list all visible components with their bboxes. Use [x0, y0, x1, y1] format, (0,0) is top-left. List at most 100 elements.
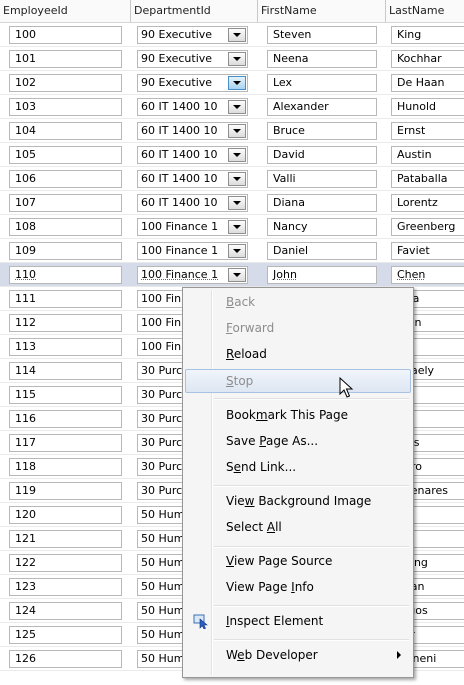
table-row: 106 60 IT 1400 10 Valli Pataballa: [0, 167, 464, 191]
chevron-down-icon: [233, 57, 241, 61]
employee-id-field[interactable]: 102: [9, 74, 122, 92]
employee-id-field[interactable]: 115: [9, 386, 122, 404]
employee-id-field[interactable]: 118: [9, 458, 122, 476]
department-select[interactable]: 90 Executive: [137, 26, 248, 44]
header-last-name[interactable]: LastName: [386, 0, 464, 22]
employee-id-field[interactable]: 113: [9, 338, 122, 356]
dropdown-button[interactable]: [228, 172, 246, 186]
last-name-field[interactable]: Ernst: [391, 122, 464, 140]
menu-item-select-all[interactable]: Select All: [185, 515, 411, 539]
dropdown-button[interactable]: [228, 100, 246, 114]
employee-id-field[interactable]: 106: [9, 170, 122, 188]
employee-id-field[interactable]: 110: [9, 266, 122, 284]
menu-item-stop[interactable]: Stop: [185, 369, 411, 393]
employee-id-field[interactable]: 104: [9, 122, 122, 140]
first-name-field[interactable]: David: [267, 146, 377, 164]
last-name-field[interactable]: Faviet: [391, 242, 464, 260]
last-name-field[interactable]: Austin: [391, 146, 464, 164]
employee-id-field[interactable]: 125: [9, 626, 122, 644]
last-name-field[interactable]: Greenberg: [391, 218, 464, 236]
department-select[interactable]: 100 Finance 1: [137, 218, 248, 236]
table-row: 102 90 Executive Lex De Haan: [0, 71, 464, 95]
header-employee-id[interactable]: EmployeeId: [0, 0, 131, 22]
header-first-name[interactable]: FirstName: [258, 0, 386, 22]
department-select[interactable]: 60 IT 1400 10: [137, 170, 248, 188]
menu-item-view-background-image[interactable]: View Background Image: [185, 489, 411, 513]
employee-id-field[interactable]: 126: [9, 650, 122, 668]
last-name-field[interactable]: Hunold: [391, 98, 464, 116]
menu-item-reload[interactable]: Reload: [185, 342, 411, 366]
dropdown-button[interactable]: [228, 268, 246, 282]
employee-id-field[interactable]: 114: [9, 362, 122, 380]
first-name-cell: Valli: [258, 167, 386, 191]
employee-id-field[interactable]: 108: [9, 218, 122, 236]
menu-item-web-developer[interactable]: Web Developer: [185, 643, 411, 667]
employee-id-field[interactable]: 124: [9, 602, 122, 620]
first-name-field[interactable]: Lex: [267, 74, 377, 92]
last-name-field[interactable]: De Haan: [391, 74, 464, 92]
employee-id-field[interactable]: 123: [9, 578, 122, 596]
employee-id-field[interactable]: 121: [9, 530, 122, 548]
first-name-field[interactable]: Diana: [267, 194, 377, 212]
department-select[interactable]: 60 IT 1400 10: [137, 146, 248, 164]
employee-id-field[interactable]: 103: [9, 98, 122, 116]
first-name-cell: Alexander: [258, 95, 386, 119]
header-department-id[interactable]: DepartmentId: [131, 0, 258, 22]
dropdown-button[interactable]: [228, 148, 246, 162]
last-name-field[interactable]: Chen: [391, 266, 464, 284]
first-name-field[interactable]: Steven: [267, 26, 377, 44]
department-select[interactable]: 90 Executive: [137, 74, 248, 92]
employee-id-field[interactable]: 111: [9, 290, 122, 308]
menu-item-send-link[interactable]: Send Link...: [185, 455, 411, 479]
employee-id-cell: 125: [0, 623, 131, 647]
department-select[interactable]: 90 Executive: [137, 50, 248, 68]
employee-id-cell: 126: [0, 647, 131, 671]
employee-id-field[interactable]: 105: [9, 146, 122, 164]
employee-id-field[interactable]: 112: [9, 314, 122, 332]
first-name-field[interactable]: Valli: [267, 170, 377, 188]
employee-id-field[interactable]: 100: [9, 26, 122, 44]
department-select[interactable]: 100 Finance 1: [137, 242, 248, 260]
department-select[interactable]: 60 IT 1400 10: [137, 98, 248, 116]
department-select[interactable]: 60 IT 1400 10: [137, 194, 248, 212]
last-name-cell: King: [386, 23, 464, 47]
last-name-field[interactable]: Pataballa: [391, 170, 464, 188]
menu-item-view-page-source[interactable]: View Page Source: [185, 549, 411, 573]
employee-id-field[interactable]: 109: [9, 242, 122, 260]
dropdown-button[interactable]: [228, 196, 246, 210]
department-select[interactable]: 100 Finance 1: [137, 266, 248, 284]
employee-id-field[interactable]: 101: [9, 50, 122, 68]
last-name-cell: Austin: [386, 143, 464, 167]
menu-item-view-page-info[interactable]: View Page Info: [185, 575, 411, 599]
employee-id-field[interactable]: 119: [9, 482, 122, 500]
first-name-field[interactable]: Nancy: [267, 218, 377, 236]
last-name-cell: Chen: [386, 263, 464, 287]
first-name-field[interactable]: John: [267, 266, 377, 284]
menu-item-inspect-element[interactable]: Inspect Element: [185, 609, 411, 633]
employee-id-field[interactable]: 117: [9, 434, 122, 452]
menu-item-save-page-as[interactable]: Save Page As...: [185, 429, 411, 453]
menu-item-forward[interactable]: Forward: [185, 316, 411, 340]
first-name-cell: Neena: [258, 47, 386, 71]
dropdown-button[interactable]: [228, 76, 246, 90]
first-name-field[interactable]: Daniel: [267, 242, 377, 260]
first-name-field[interactable]: Neena: [267, 50, 377, 68]
dropdown-button[interactable]: [228, 244, 246, 258]
employee-id-field[interactable]: 116: [9, 410, 122, 428]
last-name-field[interactable]: Lorentz: [391, 194, 464, 212]
dropdown-button[interactable]: [228, 124, 246, 138]
last-name-field[interactable]: Kochhar: [391, 50, 464, 68]
last-name-cell: Lorentz: [386, 191, 464, 215]
dropdown-button[interactable]: [228, 220, 246, 234]
first-name-field[interactable]: Alexander: [267, 98, 377, 116]
last-name-field[interactable]: King: [391, 26, 464, 44]
dropdown-button[interactable]: [228, 52, 246, 66]
menu-item-bookmark-page[interactable]: Bookmark This Page: [185, 403, 411, 427]
employee-id-field[interactable]: 107: [9, 194, 122, 212]
dropdown-button[interactable]: [228, 28, 246, 42]
employee-id-field[interactable]: 122: [9, 554, 122, 572]
department-select[interactable]: 60 IT 1400 10: [137, 122, 248, 140]
employee-id-field[interactable]: 120: [9, 506, 122, 524]
menu-item-back[interactable]: Back: [185, 290, 411, 314]
first-name-field[interactable]: Bruce: [267, 122, 377, 140]
